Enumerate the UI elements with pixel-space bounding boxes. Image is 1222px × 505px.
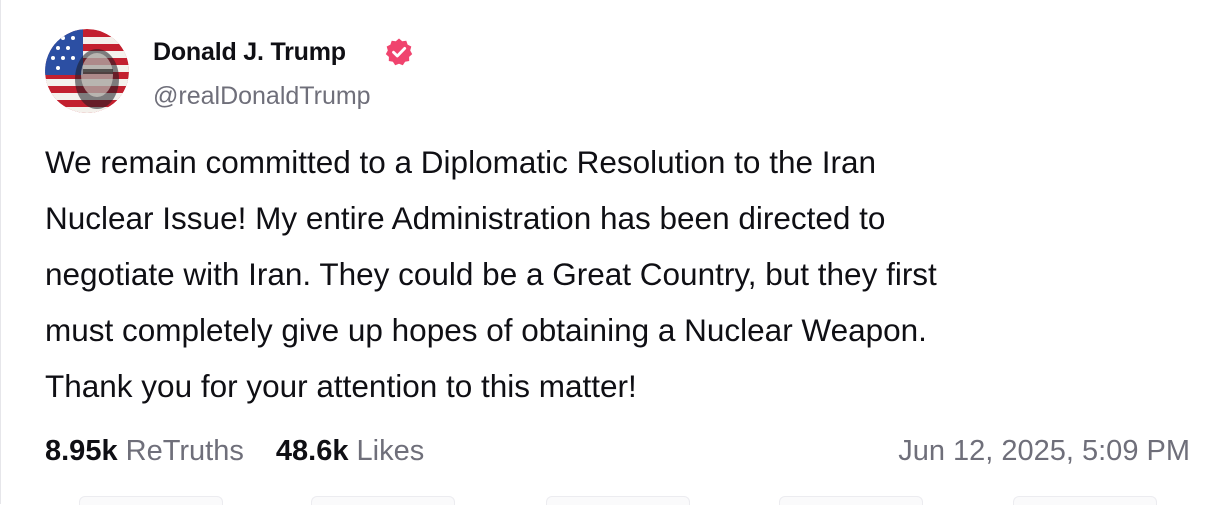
post-text-line: We remain committed to a Diplomatic Reso… xyxy=(45,144,877,180)
post-text-line: Thank you for your attention to this mat… xyxy=(45,368,637,404)
truth-post: Donald J. Trump @realDonaldTrump We rema… xyxy=(0,0,1222,505)
post-body: We remain committed to a Diplomatic Reso… xyxy=(45,134,1185,414)
author-display-name[interactable]: Donald J. Trump xyxy=(153,36,346,68)
likes-count: 48.6k xyxy=(275,435,349,467)
author-handle[interactable]: @realDonaldTrump xyxy=(153,80,371,112)
author-avatar[interactable] xyxy=(45,29,129,113)
avatar-image xyxy=(45,29,129,113)
retruths-count: 8.95k xyxy=(45,435,118,467)
likes-label: Likes xyxy=(356,435,425,467)
likes-stat[interactable]: 48.6k Likes xyxy=(276,435,424,467)
post-text-line: must completely give up hopes of obtaini… xyxy=(45,312,927,348)
retruths-label: ReTruths xyxy=(125,435,244,467)
post-text-line: negotiate with Iran. They could be a Gre… xyxy=(45,256,937,292)
verified-badge-icon xyxy=(385,38,413,66)
post-text-line: Nuclear Issue! My entire Administration … xyxy=(45,200,886,236)
post-timestamp[interactable]: Jun 12, 2025, 5:09 PM xyxy=(898,432,1190,470)
retruths-stat[interactable]: 8.95k ReTruths xyxy=(45,435,252,467)
post-stats: 8.95k ReTruths 48.6k Likes xyxy=(45,432,424,470)
